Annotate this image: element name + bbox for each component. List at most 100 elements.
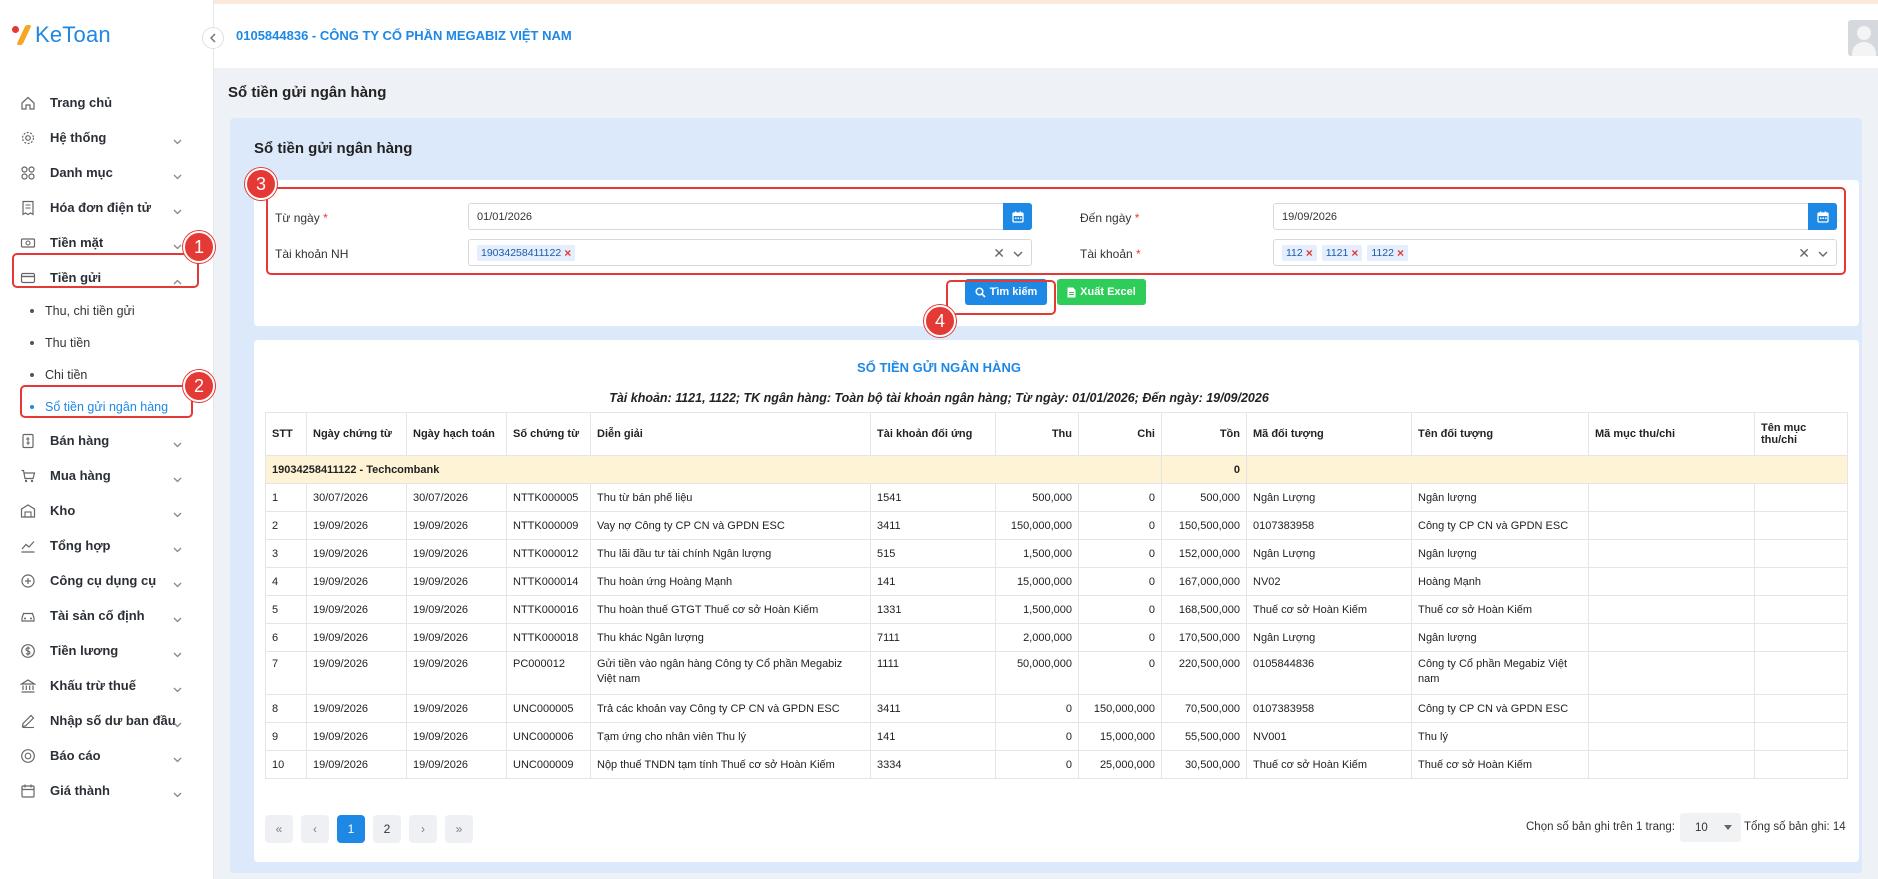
table-row[interactable]: 1 30/07/2026 30/07/2026 NTTK000005 Thu từ bá… (265, 483, 1848, 512)
expand-toggle[interactable] (173, 751, 182, 766)
tools-icon (20, 573, 36, 589)
expand-toggle[interactable] (173, 646, 182, 661)
sidebar-item-label: Danh mục (50, 165, 113, 180)
table-cell: 7 (265, 651, 307, 695)
table-row[interactable]: 4 19/09/2026 19/09/2026 NTTK000014 Thu hoàn … (265, 567, 1848, 596)
column-header: Mã mục thu/chi (1588, 412, 1755, 456)
first-page-button[interactable]: « (265, 815, 293, 843)
sidebar-item-4[interactable]: Tiền mặt (0, 225, 214, 260)
logo[interactable]: KeToan (12, 22, 111, 48)
table-cell: NTTK000018 (506, 623, 591, 652)
expand-toggle[interactable] (173, 471, 182, 486)
clear-icon[interactable]: ✕ (993, 245, 1005, 262)
expand-toggle[interactable] (173, 786, 182, 801)
sidebar-collapse-button[interactable] (202, 27, 224, 49)
clear-icon[interactable]: ✕ (1798, 245, 1810, 262)
export-excel-label: Xuất Excel (1080, 286, 1136, 298)
expand-toggle[interactable] (173, 203, 182, 218)
sidebar-item-8[interactable]: Kho (0, 493, 214, 528)
sidebar-item-12[interactable]: Tiền lương (0, 633, 214, 668)
export-excel-button[interactable]: Xuất Excel (1057, 279, 1146, 305)
expand-toggle[interactable] (173, 681, 182, 696)
sidebar-item-10[interactable]: Công cụ dụng cụ (0, 563, 214, 598)
expand-toggle[interactable] (173, 541, 182, 556)
table-cell: 150,000,000 (995, 511, 1079, 540)
to-date-calendar-button[interactable] (1808, 203, 1837, 230)
sidebar-item-9[interactable]: Tổng hợp (0, 528, 214, 563)
bank-account-label: Tài khoản NH (275, 247, 349, 261)
prev-page-button[interactable]: ‹ (301, 815, 329, 843)
table-cell: Ngân lượng (1411, 623, 1589, 652)
sidebar-item-2[interactable]: Danh mục (0, 155, 214, 190)
remove-tag-icon[interactable]: × (1397, 246, 1404, 260)
bank-account-tag[interactable]: 19034258411122 × (477, 244, 576, 261)
next-page-button[interactable]: › (409, 815, 437, 843)
table-row[interactable]: 10 19/09/2026 19/09/2026 UNC000009 Nộp thuế … (265, 750, 1848, 779)
from-date-input[interactable]: 01/01/2026 (468, 203, 1032, 230)
expand-toggle[interactable] (173, 576, 182, 591)
sidebar-subitem-0[interactable]: Thu, chi tiền gửi (0, 295, 214, 327)
table-cell: 167,000,000 (1161, 567, 1247, 596)
table-cell (1754, 539, 1848, 568)
table-cell: 19/09/2026 (306, 567, 407, 596)
chevron-down-icon[interactable] (1013, 251, 1023, 257)
expand-toggle[interactable] (173, 238, 182, 253)
last-page-button[interactable]: » (445, 815, 473, 843)
sidebar-item-0[interactable]: Trang chủ (0, 85, 214, 120)
sidebar-item-6[interactable]: Bán hàng (0, 423, 214, 458)
sidebar-item-1[interactable]: Hệ thống (0, 120, 214, 155)
sidebar-item-11[interactable]: Tài sản cố định (0, 598, 214, 633)
table-row[interactable]: 3 19/09/2026 19/09/2026 NTTK000012 Thu lãi đ… (265, 539, 1848, 568)
expand-toggle[interactable] (173, 133, 182, 148)
from-date-calendar-button[interactable] (1003, 203, 1032, 230)
expand-toggle[interactable] (173, 506, 182, 521)
expand-toggle[interactable] (173, 611, 182, 626)
table-row[interactable]: 8 19/09/2026 19/09/2026 UNC000005 Trả các kh… (265, 694, 1848, 723)
page-size-select[interactable]: 10 (1680, 813, 1741, 842)
sidebar-item-3[interactable]: Hóa đơn điện tử (0, 190, 214, 225)
sidebar-item-label: Hệ thống (50, 130, 107, 145)
chevron-down-icon (173, 582, 182, 588)
table-cell: 1,500,000 (995, 595, 1079, 624)
avatar[interactable] (1848, 20, 1878, 56)
table-cell (1588, 722, 1755, 751)
account-select[interactable]: 112 × 1121 × 1122 × ✕ (1273, 239, 1837, 266)
table-row[interactable]: 5 19/09/2026 19/09/2026 NTTK000016 Thu hoàn … (265, 595, 1848, 624)
bank-account-select[interactable]: 19034258411122 × ✕ (468, 239, 1032, 266)
to-date-input[interactable]: 19/09/2026 (1273, 203, 1837, 230)
account-tag[interactable]: 112 × (1282, 244, 1317, 261)
table-cell: 50,000,000 (995, 651, 1079, 695)
table-cell: 3411 (870, 694, 996, 723)
sidebar-item-5[interactable]: Tiền gửi (0, 260, 214, 295)
sidebar-item-7[interactable]: Mua hàng (0, 458, 214, 493)
remove-tag-icon[interactable]: × (564, 246, 571, 260)
table-row[interactable]: 9 19/09/2026 19/09/2026 UNC000006 Tạm ứng ch… (265, 722, 1848, 751)
expand-toggle[interactable] (173, 168, 182, 183)
sidebar-item-14[interactable]: Nhập số dư ban đầu (0, 703, 214, 738)
expand-toggle[interactable] (173, 436, 182, 451)
chevron-down-icon (173, 209, 182, 215)
search-button[interactable]: Tìm kiếm (965, 279, 1047, 305)
account-tag[interactable]: 1122 × (1367, 244, 1408, 261)
expand-toggle[interactable] (173, 273, 182, 288)
expand-toggle[interactable] (173, 716, 182, 731)
sidebar-item-label: Tiền mặt (50, 235, 104, 250)
account-tag[interactable]: 1121 × (1321, 244, 1363, 261)
table-row[interactable]: 6 19/09/2026 19/09/2026 NTTK000018 Thu khác … (265, 623, 1848, 652)
chevron-down-icon[interactable] (1818, 251, 1828, 257)
table-cell: NTTK000012 (506, 539, 591, 568)
sidebar-item-16[interactable]: Giá thành (0, 773, 214, 808)
sidebar-item-13[interactable]: Khấu trừ thuế (0, 668, 214, 703)
page-button[interactable]: 1 (337, 815, 365, 843)
sidebar-subitem-1[interactable]: Thu tiền (0, 327, 214, 359)
table-row[interactable]: 7 19/09/2026 19/09/2026 PC000012 Gửi tiền và… (265, 651, 1848, 695)
page-button[interactable]: 2 (373, 815, 401, 843)
sidebar: KeToan Trang chủ Hệ thống Danh mục Hóa đơn … (0, 0, 214, 879)
remove-tag-icon[interactable]: × (1351, 246, 1358, 260)
sidebar-item-15[interactable]: Báo cáo (0, 738, 214, 773)
remove-tag-icon[interactable]: × (1306, 246, 1313, 260)
table-cell: 1 (265, 483, 307, 512)
table-row[interactable]: 2 19/09/2026 19/09/2026 NTTK000009 Vay nợ Cô… (265, 511, 1848, 540)
table-cell: Thu khác Ngân lượng (590, 623, 871, 652)
annotation-marker-2: 2 (183, 370, 215, 402)
